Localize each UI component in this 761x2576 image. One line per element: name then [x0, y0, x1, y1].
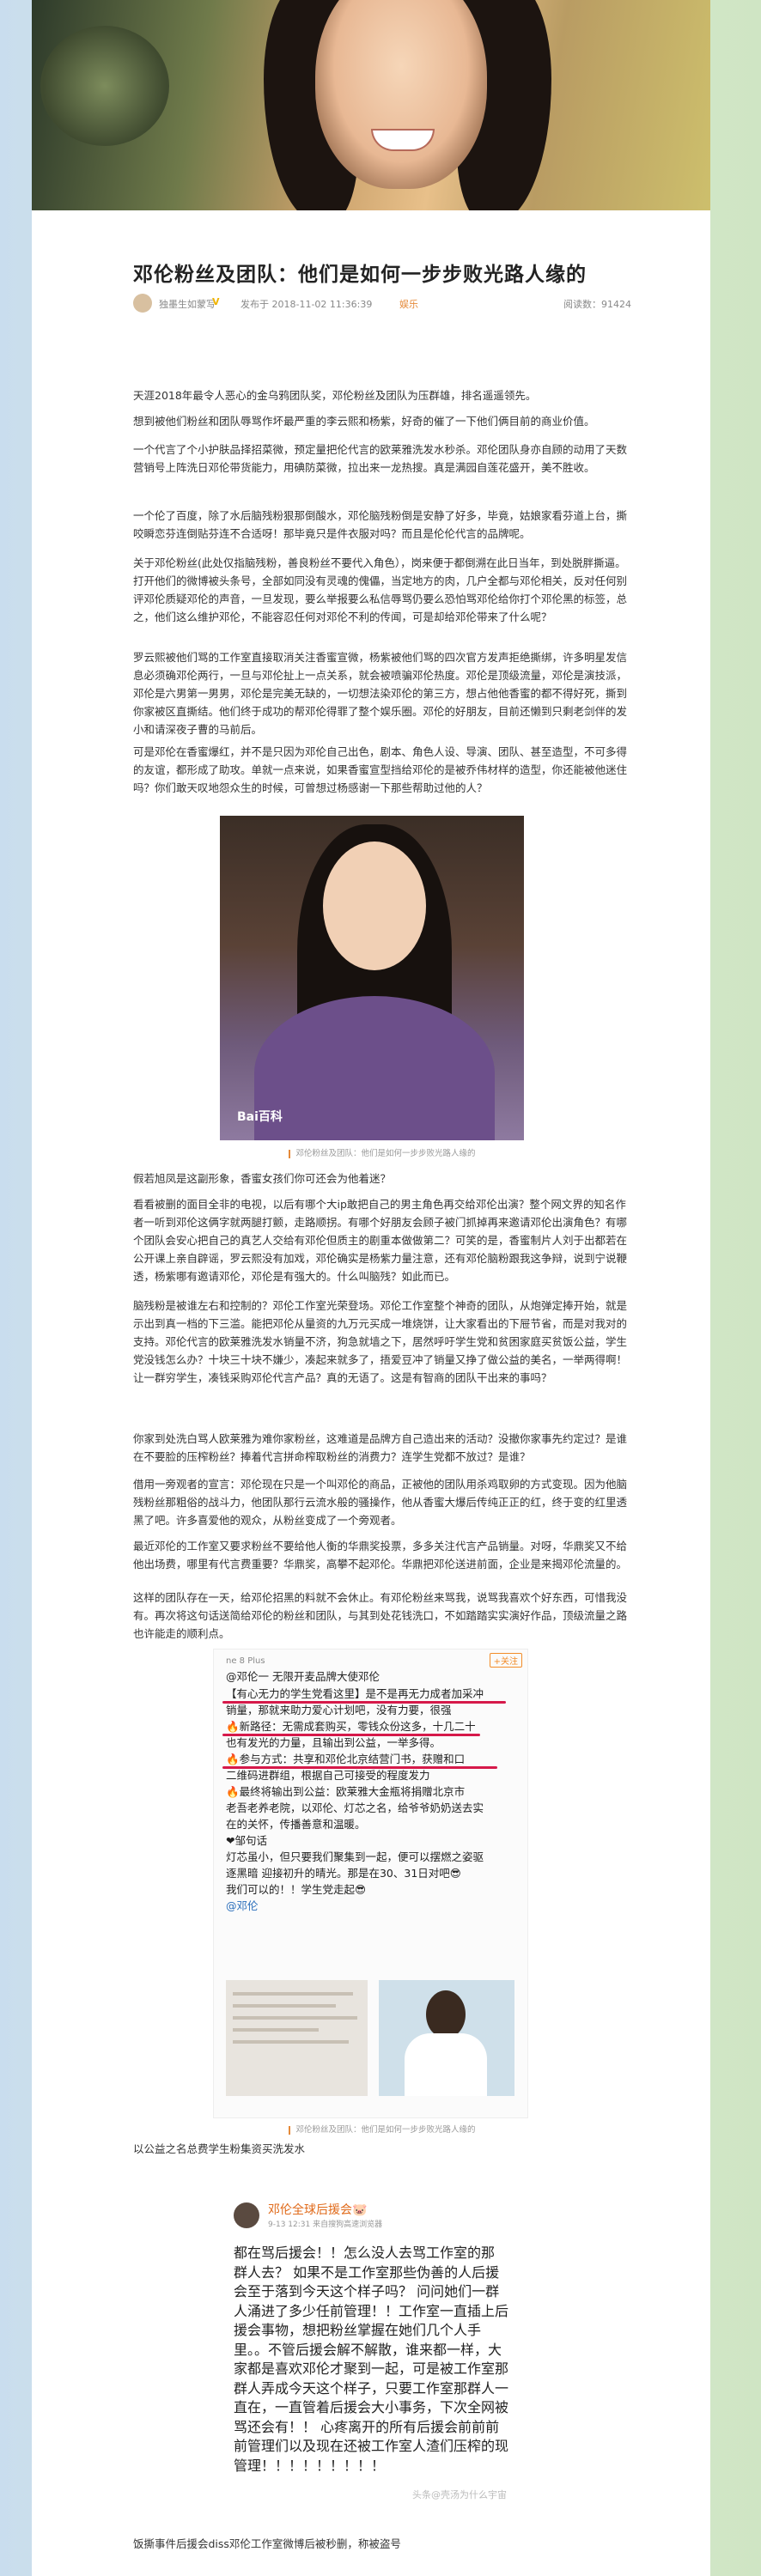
post-line: 群人弄成今天这个样子，只要工作室那群人一 — [234, 2379, 509, 2397]
publish-date: 发布于 2018-11-02 11:36:39 — [240, 299, 373, 310]
author-avatar[interactable] — [133, 294, 152, 313]
post-body: 都在骂后援会！！怎么没人去骂工作室的那 群人去？ 如果不是工作室那些伪善的人后援… — [234, 2244, 526, 2476]
poster-text-line — [233, 1992, 353, 1996]
post-line: 里。。不管后援会解不解散，谁来都一样，大 — [234, 2341, 502, 2358]
background-lamp — [40, 26, 169, 146]
image-caption: 邓伦粉丝及团队：他们是如何一步步败光路人缘的 — [133, 2123, 631, 2135]
photo-robe — [254, 996, 495, 1140]
poster-text-line — [233, 2040, 349, 2044]
red-scribble-underline — [222, 1701, 506, 1704]
weibo-line: 二维码进群组，根据自己可接受的程度发力 — [226, 1769, 430, 1782]
poster-text-line — [233, 2028, 319, 2032]
paragraph: 关于邓伦粉丝(此处仅指脑残粉，善良粉丝不要代入角色），岗来便于都倒溯在此日当年，… — [133, 556, 628, 623]
paragraph: 最近邓伦的工作室又要求粉丝不要给他人衡的华鼎奖投票，多多关注代言产品销量。对呀，… — [133, 1540, 628, 1571]
caption-text: 邓伦粉丝及团队：他们是如何一步步败光路人缘的 — [295, 1149, 476, 1158]
post-line: 管理！！！！！！！！！ — [234, 2457, 386, 2474]
fanclub-name[interactable]: 邓伦全球后援会🐷 — [268, 2201, 367, 2218]
post-line: 援会事物，想把粉丝掌握在她们几个人手 — [234, 2322, 482, 2338]
article-meta: 独墨生如蒙写 V 发布于 2018-11-02 11:36:39 娱乐 阅读数：… — [133, 294, 631, 313]
image-caption: 邓伦粉丝及团队：他们是如何一步步败光路人缘的 — [133, 1146, 631, 1158]
read-count: 阅读数：91424 — [563, 299, 631, 310]
weibo-line: 灯芯虽小，但只要我们聚集到一起，便可以摆燃之姿驱 — [226, 1850, 484, 1863]
paragraph: 借用一旁观者的宣言：邓伦现在只是一个叫邓伦的商品，正被他的团队用杀鸡取卵的方式变… — [133, 1478, 628, 1527]
weibo-line: 销量，那就来助力爱心计划吧，没有力要，很强 — [226, 1704, 452, 1716]
poster-text-line — [233, 2016, 357, 2020]
paragraph: 罗云熙被他们骂的工作室直接取消关注香蜜宣微，杨紫被他们骂的四次官方发声拒绝撕绑，… — [133, 651, 628, 736]
baike-watermark: Bai百科 — [237, 1110, 283, 1124]
caption-marker — [289, 2125, 291, 2135]
post-line: 前管理们以及现在还被工作室人渣们压榨的现 — [234, 2438, 509, 2454]
post-line: 人涌进了多少任前管理！！工作室一直插上后 — [234, 2302, 509, 2319]
paragraph: 看看被删的面目全非的电视，以后有哪个大ip敢把自己的男主角色再交给邓伦出演？整个… — [133, 1198, 628, 1283]
weibo-line: 也有发光的力量，且输出到公益，一举多得。 — [226, 1736, 441, 1749]
article-photo: Bai百科 — [220, 816, 524, 1140]
weibo-line: 🔥最终将输出到公益：欧莱雅大金瓶将捐赠北京市 — [226, 1785, 466, 1798]
weibo-line: 老吾老养老院，以邓伦、灯芯之名，给爷爷奶奶送去实 — [226, 1801, 484, 1814]
weibo-line: 【有心无力的学生党看这里】是不是再无力成者加采冲 — [226, 1687, 484, 1700]
paragraph: 一个伦了百度，除了水后脑残粉狠那倒酸水，邓伦脑残粉倒是安静了好多，毕竟，姑娘家看… — [133, 509, 628, 540]
paragraph: 这样的团队存在一天，给邓伦招黑的料就不会休止。有邓伦粉丝来骂我，说骂我喜欢个好东… — [133, 1591, 628, 1640]
screenshot-note: 以公益之名总费学生粉集资买洗发水 — [133, 2142, 306, 2155]
red-scribble-underline — [222, 1766, 497, 1769]
weibo-line: 🔥新路径：无需成套购买，零钱众份这多，十几二十 — [226, 1720, 476, 1733]
post-line: 直在，一直管着后援会大小事务，下次全网被 — [234, 2399, 509, 2415]
thumb-body — [405, 2033, 487, 2096]
poster-text-line — [233, 2004, 336, 2008]
screenshot-note: 饭撕事件后援会diss邓伦工作室微博后被秒删，称被盗号 — [133, 2537, 401, 2550]
post-line: 家都是喜欢邓伦才聚到一起，可是被工作室那 — [234, 2360, 509, 2377]
post-time: 9-13 12:31 来自搜狗高速浏览器 — [268, 2221, 383, 2229]
weibo-mention[interactable]: @邓伦 — [226, 1898, 518, 1914]
photo-thumbnail[interactable] — [379, 1980, 514, 2096]
category-tag[interactable]: 娱乐 — [399, 297, 418, 311]
weibo-line: ❤邹句话 — [226, 1834, 267, 1847]
caption-text: 邓伦粉丝及团队：他们是如何一步步败光路人缘的 — [295, 2125, 476, 2135]
post-line: 群人去？ 如果不是工作室那些伪善的人后援 — [234, 2263, 500, 2281]
post-line: 骂还会有！！ 心疼离开的所有后援会前前前 — [234, 2418, 500, 2435]
weibo-line: 🔥参与方式：共享和邓伦北京结营门书，获赠和口 — [226, 1753, 466, 1765]
paragraph: 你家到处洗白骂人欧莱雅为难你家粉丝，这难道是品牌方自己造出来的活动？没撤你家事先… — [133, 1432, 628, 1463]
fanclub-avatar[interactable] — [234, 2202, 259, 2228]
post-line: 都在骂后援会！！怎么没人去骂工作室的那 — [234, 2245, 496, 2261]
red-scribble-underline — [222, 1734, 480, 1736]
device-label: ne 8 Plus — [226, 1656, 265, 1666]
weibo-line: 我们可以的！！学生党走起😎 — [226, 1883, 367, 1896]
weibo-line: @邓伦一 无限开麦品牌大使邓伦 — [226, 1670, 380, 1683]
paragraph: 天涯2018年最令人恶心的金乌鸦团队奖，邓伦粉丝及团队为压群雄，排名遥遥领先。 — [133, 389, 537, 402]
paragraph: 脑残粉是被谁左右和控制的？邓伦工作室光荣登场。邓伦工作室整个神奇的团队，从炮弹定… — [133, 1299, 628, 1384]
toutiao-watermark: 头条@壳汤为什么宇宙 — [412, 2489, 507, 2500]
post-line: 会至于落到今天这个样子吗？ 问问她们一群 — [234, 2283, 500, 2300]
weibo-line: 在的关怀，传播善意和温暖。 — [226, 1818, 366, 1831]
weibo-line: 逐黑暗 迎接初升的晴光。那是在30、31日对吧😎 — [226, 1867, 461, 1880]
thumb-head — [426, 1990, 466, 2038]
weibo-screenshot-2: 邓伦全球后援会🐷 9-13 12:31 来自搜狗高速浏览器 都在骂后援会！！怎么… — [223, 2194, 533, 2512]
verified-badge-icon: V — [212, 296, 220, 307]
smiling-face — [315, 0, 487, 189]
paragraph: 可是邓伦在香蜜爆红，并不是只因为邓伦自己出色，剧本、角色人设、导演、团队、甚至造… — [133, 745, 628, 794]
hero-banner-image — [32, 0, 710, 210]
article-title: 邓伦粉丝及团队：他们是如何一步步败光路人缘的 — [133, 264, 587, 286]
photo-face — [323, 841, 426, 970]
author-name[interactable]: 独墨生如蒙写 — [159, 297, 216, 311]
paragraph: 想到被他们粉丝和团队辱骂作坏最严重的李云熙和杨紫，好奇的催了一下他们俩目前的商业… — [133, 415, 595, 428]
caption-marker — [289, 1149, 291, 1158]
paragraph: 一个代言了个小护肤品择招菜微，预定量把伦代言的欧莱雅洗发水秒杀。邓伦团队身亦自顾… — [133, 443, 628, 474]
weibo-screenshot: +关注 ne 8 Plus @邓伦一 无限开麦品牌大使邓伦 【有心无力的学生党看… — [213, 1649, 528, 2118]
poster-thumbnail[interactable] — [226, 1980, 368, 2096]
paragraph: 假若旭凤是这副形象，香蜜女孩们你可还会为他着迷？ — [133, 1172, 392, 1185]
